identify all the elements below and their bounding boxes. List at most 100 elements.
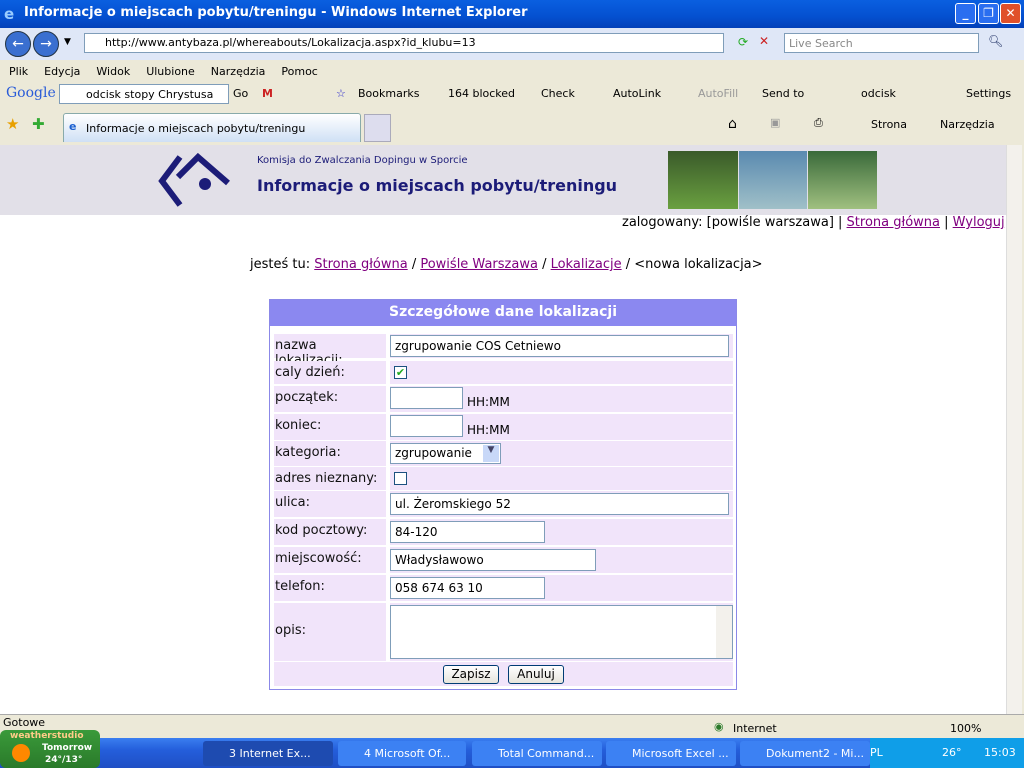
system-tray: PL 26° 15:03 — [870, 738, 1024, 768]
page-scrollbar[interactable] — [1006, 145, 1022, 714]
close-button[interactable]: ✕ — [1000, 3, 1021, 24]
ie-icon: e — [4, 5, 15, 23]
search-input[interactable]: Live Search — [784, 33, 979, 53]
new-tab-button[interactable] — [364, 114, 391, 142]
weather-day: Tomorrow — [42, 743, 93, 753]
cancel-button[interactable]: Anuluj — [508, 665, 564, 684]
home-link[interactable]: Strona główna — [847, 215, 940, 230]
site-title: Informacje o miejscach pobytu/treningu — [257, 176, 618, 195]
minimize-button[interactable]: _ — [955, 3, 976, 24]
tray-temperature: 26° — [942, 746, 962, 759]
logged-in-label: zalogowany: — [622, 215, 703, 230]
menu-help[interactable]: Pomoc — [272, 60, 324, 78]
popup-blocked-button[interactable]: 164 blocked — [448, 87, 515, 100]
check-button[interactable]: Check — [541, 87, 575, 100]
zip-label: kod pocztowy: — [274, 519, 386, 545]
start-label: początek: — [274, 386, 386, 412]
favorites-star-icon[interactable]: ★ — [6, 115, 19, 133]
save-button[interactable]: Zapisz — [443, 665, 499, 684]
weather-widget[interactable]: weatherstudio Tomorrow 24°/13° — [0, 730, 100, 768]
end-hint: HH:MM — [467, 423, 510, 437]
add-favorite-icon[interactable]: ✚ — [32, 115, 45, 133]
street-input[interactable]: ul. Żeromskiego 52 — [390, 493, 729, 515]
forward-button[interactable]: → — [33, 31, 59, 57]
textarea-scrollbar[interactable] — [716, 606, 732, 658]
breadcrumb-club[interactable]: Powiśle Warszawa — [420, 257, 538, 272]
language-indicator[interactable]: PL — [870, 746, 883, 759]
unknown-address-label: adres nieznany: — [274, 467, 386, 490]
menu-file[interactable]: Plik — [0, 60, 35, 78]
odcisk-button[interactable]: odcisk — [861, 87, 896, 100]
history-dropdown-icon[interactable]: ▼ — [64, 37, 71, 47]
breadcrumb-current: <nowa lokalizacja> — [634, 257, 763, 272]
clock: 15:03 — [984, 746, 1016, 759]
allday-label: caly dzień: — [274, 361, 386, 384]
row-city: miejscowość: Władysławowo — [274, 547, 733, 573]
refresh-icon[interactable]: ⟳ — [738, 35, 748, 49]
task-total-commander[interactable]: Total Command... — [472, 741, 602, 766]
start-hint: HH:MM — [467, 395, 510, 409]
google-logo: Google — [6, 85, 56, 101]
breadcrumb: jesteś tu: Strona główna / Powiśle Warsz… — [250, 257, 763, 272]
menu-view[interactable]: Widok — [87, 60, 137, 78]
category-select[interactable]: zgrupowanie ▼ — [390, 443, 501, 464]
google-search-input[interactable]: odcisk stopy Chrystusa — [59, 84, 229, 104]
tools-menu-button[interactable]: Narzędzia — [940, 118, 995, 131]
search-icon[interactable]: 🔍︎ — [988, 34, 1003, 48]
row-phone: telefon: 058 674 63 10 — [274, 575, 733, 601]
task-word[interactable]: Dokument2 - Mi... — [740, 741, 870, 766]
star-icon: ☆ — [336, 87, 346, 100]
location-form: Szczegółowe dane lokalizacji nazwa lokal… — [269, 299, 737, 690]
row-end: koniec: HH:MM — [274, 414, 733, 440]
settings-button[interactable]: Settings — [966, 87, 1011, 100]
allday-checkbox[interactable]: ✔ — [394, 366, 407, 379]
city-input[interactable]: Władysławowo — [390, 549, 596, 571]
row-start: początek: HH:MM — [274, 386, 733, 412]
zip-input[interactable]: 84-120 — [390, 521, 545, 543]
feeds-icon[interactable]: ▣ — [770, 116, 780, 129]
row-zip: kod pocztowy: 84-120 — [274, 519, 733, 545]
back-button[interactable]: ← — [5, 31, 31, 57]
weather-brand: weatherstudio — [10, 731, 84, 741]
description-textarea[interactable] — [390, 605, 733, 659]
zoom-level[interactable]: 100% — [950, 722, 981, 735]
breadcrumb-home[interactable]: Strona główna — [314, 257, 407, 272]
status-text: Gotowe — [3, 716, 46, 729]
autolink-button[interactable]: AutoLink — [613, 87, 661, 100]
unknown-address-checkbox[interactable] — [394, 472, 407, 485]
page-menu-button[interactable]: Strona — [871, 118, 907, 131]
task-microsoft-office[interactable]: 4 Microsoft Of... — [338, 741, 466, 766]
window-title: Informacje o miejscach pobytu/treningu -… — [24, 5, 528, 20]
city-label: miejscowość: — [274, 547, 386, 573]
autofill-button: AutoFill — [698, 87, 739, 100]
task-internet-explorer[interactable]: 3 Internet Ex... — [203, 741, 333, 766]
restore-button[interactable]: ❐ — [978, 3, 999, 24]
task-excel[interactable]: Microsoft Excel ... — [606, 741, 736, 766]
start-input[interactable] — [390, 387, 463, 409]
stop-icon[interactable]: ✕ — [759, 34, 769, 48]
bookmarks-button[interactable]: Bookmarks — [358, 87, 419, 100]
status-bar: Gotowe ◉ Internet 100% — [0, 714, 1024, 738]
tab-active[interactable]: e Informacje o miejscach pobytu/treningu — [63, 113, 361, 142]
menu-favorites[interactable]: Ulubione — [137, 60, 202, 78]
menu-tools[interactable]: Narzędzia — [202, 60, 273, 78]
row-street: ulica: ul. Żeromskiego 52 — [274, 491, 733, 517]
chevron-down-icon[interactable]: ▼ — [483, 445, 499, 462]
page-content: Komisja do Zwalczania Dopingu w Sporcie … — [0, 145, 1006, 714]
breadcrumb-locations[interactable]: Lokalizacje — [551, 257, 622, 272]
name-input[interactable]: zgrupowanie COS Cetniewo — [390, 335, 729, 357]
go-button[interactable]: Go — [233, 87, 248, 100]
row-unknown-address: adres nieznany: — [274, 467, 733, 490]
home-icon[interactable]: ⌂ — [728, 116, 737, 132]
send-to-button[interactable]: Send to — [762, 87, 804, 100]
phone-input[interactable]: 058 674 63 10 — [390, 577, 545, 599]
print-icon[interactable]: ⎙ — [814, 116, 823, 130]
gmail-icon[interactable]: M — [262, 87, 273, 100]
menu-edit[interactable]: Edycja — [35, 60, 87, 78]
end-input[interactable] — [390, 415, 463, 437]
google-toolbar: Google odcisk stopy Chrystusa Go M ☆ Boo… — [0, 82, 1024, 106]
form-title: Szczegółowe dane lokalizacji — [270, 300, 736, 326]
url-input[interactable]: http://www.antybaza.pl/whereabouts/Lokal… — [84, 33, 724, 53]
logout-link[interactable]: Wyloguj — [953, 215, 1005, 230]
end-label: koniec: — [274, 414, 386, 440]
